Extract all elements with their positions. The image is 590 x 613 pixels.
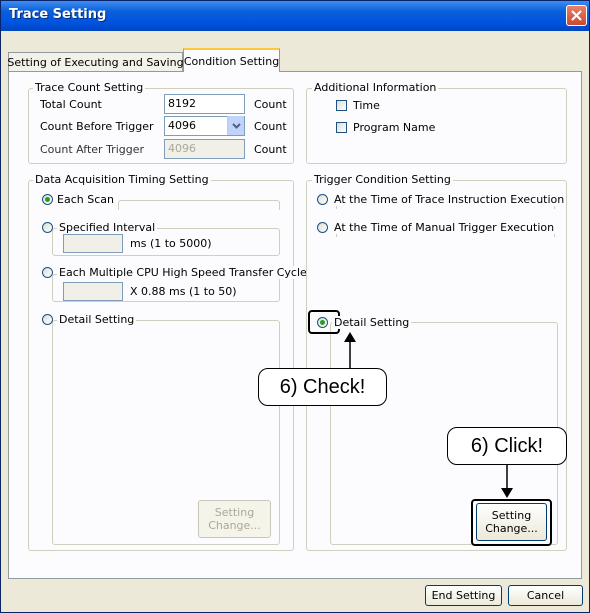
total-count-field[interactable]: 8192	[164, 94, 245, 114]
time-label: Time	[353, 99, 380, 112]
data-setting-change-button: Setting Change...	[198, 500, 271, 538]
chevron-down-icon	[232, 123, 241, 129]
total-count-unit: Count	[254, 98, 287, 111]
cycle-range-label: X 0.88 ms (1 to 50)	[130, 285, 237, 298]
specified-interval-radio[interactable]	[42, 222, 53, 233]
count-before-unit: Count	[254, 120, 287, 133]
trigger-setting-change-button[interactable]: Setting Change...	[476, 503, 547, 541]
trace-instruction-radio[interactable]	[317, 194, 328, 205]
total-count-label: Total Count	[40, 98, 102, 111]
cancel-button[interactable]: Cancel	[508, 585, 583, 606]
additional-info-group-title: Additional Information	[312, 81, 439, 94]
manual-trigger-radio[interactable]	[317, 222, 328, 233]
multiple-cpu-radio[interactable]	[42, 267, 53, 278]
multiple-cpu-label: Each Multiple CPU High Speed Transfer Cy…	[57, 266, 309, 279]
interval-range-label: ms (1 to 5000)	[130, 237, 212, 250]
each-scan-label: Each Scan	[57, 193, 114, 206]
tab-condition-setting[interactable]: Condition Setting	[183, 48, 280, 72]
each-scan-frame	[118, 200, 280, 210]
close-icon	[571, 10, 582, 21]
count-before-label: Count Before Trigger	[40, 120, 154, 133]
count-after-label: Count After Trigger	[40, 143, 145, 156]
end-setting-button[interactable]: End Setting	[425, 585, 502, 606]
data-acquisition-group-title: Data Acquisition Timing Setting	[33, 173, 211, 186]
count-after-field: 4096	[164, 139, 245, 159]
data-detail-label: Detail Setting	[57, 313, 137, 326]
specified-interval-label: Specified Interval	[57, 221, 158, 234]
trigger-detail-radio[interactable]	[317, 317, 328, 328]
count-after-unit: Count	[254, 143, 287, 156]
data-detail-radio[interactable]	[42, 314, 53, 325]
dropdown-button[interactable]	[227, 116, 244, 135]
program-name-checkbox[interactable]	[336, 122, 347, 133]
time-checkbox[interactable]	[336, 100, 347, 111]
cycle-field	[63, 282, 123, 301]
close-button[interactable]	[566, 5, 587, 26]
click-callout: 6) Click!	[447, 427, 567, 465]
check-callout: 6) Check!	[258, 368, 387, 406]
program-name-label: Program Name	[353, 121, 436, 134]
manual-trigger-label: At the Time of Manual Trigger Execution	[332, 221, 557, 234]
window-title: Trace Setting	[9, 7, 107, 22]
interval-field	[63, 234, 123, 253]
trace-count-group-title: Trace Count Setting	[33, 81, 146, 94]
trigger-detail-label: Detail Setting	[332, 316, 412, 329]
tab-executing-saving[interactable]: Setting of Executing and Saving	[7, 52, 184, 71]
trace-instruction-label: At the Time of Trace Instruction Executi…	[332, 193, 567, 206]
each-scan-radio[interactable]	[42, 194, 53, 205]
trigger-condition-group-title: Trigger Condition Setting	[312, 173, 453, 186]
click-callout-arrow	[501, 465, 513, 498]
